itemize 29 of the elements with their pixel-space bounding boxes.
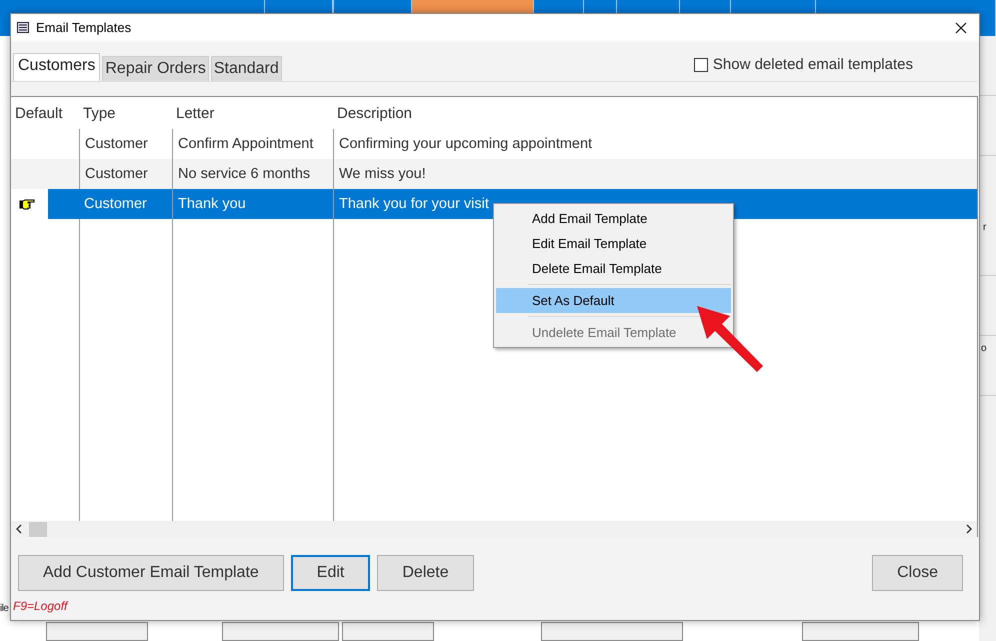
tab[interactable]: Customers <box>13 53 100 81</box>
tab[interactable]: Repair Orders <box>102 56 209 81</box>
background-text: o <box>981 343 986 354</box>
button[interactable]: Delete <box>377 555 474 591</box>
button[interactable]: Edit <box>290 555 370 591</box>
arrow-icon <box>695 304 765 374</box>
scroll-left-icon[interactable] <box>15 524 23 534</box>
scrollbar-thumb[interactable] <box>29 522 47 536</box>
column-header: Letter <box>175 104 216 124</box>
button[interactable]: Add Customer Email Template <box>18 555 284 591</box>
menu-item[interactable]: Set As Default <box>496 288 731 313</box>
hint-text: F9=Logoff <box>12 598 70 613</box>
background-text: ile <box>0 603 8 614</box>
column-header: Description <box>336 104 414 124</box>
window-title: Email Templates <box>36 20 132 35</box>
column-header: Type <box>82 104 117 124</box>
app-icon <box>17 22 29 33</box>
checkbox-label: Show deleted email templates <box>712 56 913 73</box>
menu-item[interactable]: Edit Email Template <box>496 231 731 256</box>
background-text: r <box>983 222 986 233</box>
scroll-right-icon[interactable] <box>965 524 973 534</box>
close-icon[interactable] <box>955 22 967 34</box>
menu-item[interactable]: Delete Email Template <box>496 256 731 281</box>
close-button[interactable]: Close <box>872 555 963 591</box>
tab[interactable]: Standard <box>210 56 282 81</box>
table-cell: Customer <box>48 189 172 219</box>
checkbox[interactable] <box>694 58 708 72</box>
table-cell: Thank you <box>172 189 333 219</box>
column-header: Default <box>14 104 64 124</box>
